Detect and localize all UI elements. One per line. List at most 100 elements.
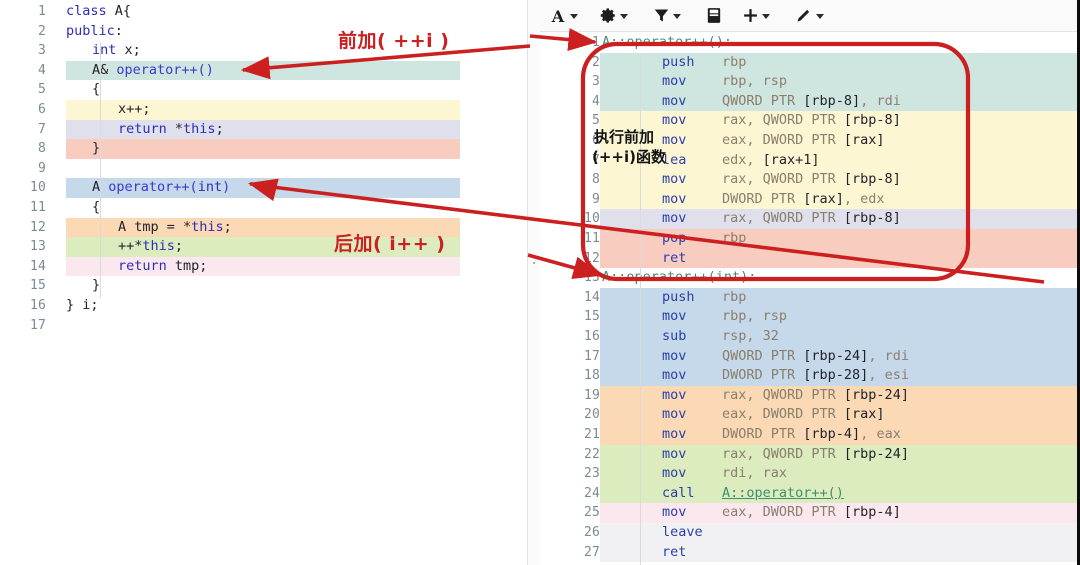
assembly-instruction[interactable]: mov rax, QWORD PTR [rbp-8] — [662, 111, 901, 131]
assembly-mnemonic: mov — [662, 132, 687, 148]
source-code-line[interactable]: { — [66, 198, 100, 218]
assembly-line-number: 26 — [583, 525, 600, 540]
libraries-button[interactable] — [703, 4, 725, 27]
code-token: QWORD PTR — [722, 347, 804, 364]
assembly-instruction[interactable]: mov rax, QWORD PTR [rbp-8] — [662, 170, 901, 190]
assembly-instruction[interactable]: lea edx, [rax+1] — [662, 151, 820, 171]
source-code-line[interactable]: x++; — [66, 100, 151, 120]
assembly-line-number: 20 — [583, 407, 600, 423]
add-tool-button[interactable] — [739, 4, 773, 27]
assembly-line-number: 19 — [583, 387, 600, 403]
assembly-instruction[interactable]: mov eax, DWORD PTR [rax] — [662, 131, 885, 151]
assembly-instruction[interactable]: mov eax, DWORD PTR [rbp-4] — [662, 503, 901, 523]
assembly-instruction[interactable]: sub rsp, 32 — [662, 327, 779, 347]
source-editor-pane[interactable]: 1 class A{2 public: 3 int x; 4 A& operator++()… — [0, 0, 527, 565]
code-token: [rax+1] — [762, 151, 820, 168]
assembly-instruction[interactable]: push rbp — [662, 288, 746, 308]
assembly-instruction[interactable]: mov QWORD PTR [rbp-8], rdi — [662, 92, 901, 112]
assembly-line-number: 25 — [583, 505, 600, 521]
assembly-mnemonic: mov — [662, 73, 687, 90]
source-code-line[interactable]: ++*this; — [66, 237, 183, 257]
assembly-instruction[interactable]: mov eax, DWORD PTR [rax] — [662, 405, 885, 425]
assembly-toolbar[interactable]: A — [540, 0, 1078, 32]
source-code-line[interactable]: { — [66, 80, 100, 100]
assembly-mnemonic: ret — [662, 249, 687, 266]
code-token: ) — [222, 179, 231, 196]
assembly-instruction[interactable]: mov rax, QWORD PTR [rbp-8] — [662, 209, 901, 229]
code-token: A& — [92, 61, 117, 78]
assembly-line-number: 2 — [591, 54, 600, 70]
assembly-code-area[interactable]: 1 A::operator++(): 2 push rbp 3 mov rbp, rsp 4 mo… — [540, 31, 1078, 565]
source-line-number: 17 — [29, 317, 46, 333]
code-token: this — [191, 218, 224, 235]
letter-a-icon: A — [549, 7, 567, 25]
assembly-function-label[interactable]: A::operator++(int): — [602, 268, 756, 288]
source-code-line[interactable]: return *this; — [66, 120, 224, 140]
code-token: eax, DWORD PTR — [722, 504, 844, 521]
source-code-area[interactable]: 1 class A{2 public: 3 int x; 4 A& operator++()… — [0, 0, 527, 565]
assembly-instruction[interactable]: ret — [662, 249, 722, 269]
assembly-instruction[interactable]: mov rax, QWORD PTR [rbp-24] — [662, 445, 909, 465]
assembly-mnemonic: call — [662, 484, 695, 501]
code-token: , eax — [860, 426, 901, 442]
assembly-instruction[interactable]: mov rax, QWORD PTR [rbp-24] — [662, 386, 909, 406]
code-token: operator++ — [108, 179, 190, 196]
assembly-line-number: 23 — [583, 466, 600, 482]
code-token: this — [142, 238, 175, 255]
code-token: DWORD PTR — [722, 367, 804, 384]
highlight-tool-button[interactable] — [791, 4, 827, 27]
assembly-mnemonic: push — [662, 53, 695, 70]
source-code-line[interactable]: } — [66, 139, 100, 159]
assembly-instruction[interactable]: pop rbp — [662, 229, 746, 249]
code-token: public — [66, 22, 115, 39]
assembly-instruction[interactable]: call A::operator++() — [662, 484, 844, 504]
assembly-mnemonic: mov — [662, 308, 687, 325]
assembly-line-number: 14 — [583, 289, 600, 305]
source-code-line[interactable]: class A{ — [66, 2, 131, 22]
assembly-line-number: 8 — [591, 172, 600, 188]
source-code-line[interactable]: } i; — [66, 296, 99, 316]
filter-button[interactable] — [650, 4, 684, 27]
code-token: [rbp-8] — [803, 92, 861, 109]
assembly-instruction[interactable]: mov DWORD PTR [rax], edx — [662, 190, 885, 210]
assembly-mnemonic: mov — [662, 92, 687, 109]
assembly-function-label[interactable]: A::operator++(): — [602, 33, 732, 53]
code-token: A::operator++() — [722, 484, 844, 501]
assembly-instruction[interactable]: mov QWORD PTR [rbp-24], rdi — [662, 347, 909, 367]
assembly-instruction[interactable]: mov rbp, rsp — [662, 72, 787, 92]
assembly-line-number: 18 — [583, 368, 600, 384]
assembly-instruction[interactable]: mov rdi, rax — [662, 464, 787, 484]
code-token: [rbp-4] — [803, 426, 861, 442]
font-size-button[interactable]: A — [546, 4, 581, 27]
assembly-line-number: 11 — [583, 231, 600, 246]
source-code-line[interactable]: A operator++(int) — [66, 178, 230, 198]
source-code-line[interactable]: return tmp; — [66, 257, 207, 277]
assembly-instruction[interactable]: push rbp — [662, 53, 746, 73]
source-line-number: 8 — [37, 141, 46, 157]
assembly-mnemonic: mov — [662, 406, 687, 423]
assembly-instruction[interactable]: ret — [662, 543, 722, 563]
source-line-number: 9 — [37, 160, 46, 176]
source-code-line[interactable]: A tmp = *this; — [66, 218, 232, 238]
assembly-line-number: 16 — [583, 329, 600, 344]
code-token: rax, QWORD PTR — [722, 445, 844, 462]
source-code-line[interactable]: } — [66, 276, 100, 296]
source-code-line[interactable]: public: — [66, 22, 123, 42]
assembly-indent-guide — [640, 53, 641, 565]
code-token: eax, DWORD PTR — [722, 132, 844, 148]
source-line-number: 15 — [29, 278, 46, 294]
code-token: int — [92, 42, 117, 59]
assembly-output-pane[interactable]: A 1 A::operator++(): 2 push rbp 3 mov rb… — [540, 0, 1078, 565]
chevron-down-icon — [620, 14, 628, 19]
code-token: x; — [116, 42, 141, 59]
code-token: ++* — [118, 238, 143, 255]
code-token: rbp, rsp — [722, 308, 788, 325]
assembly-instruction[interactable]: mov rbp, rsp — [662, 307, 787, 327]
source-code-line[interactable]: A& operator++() — [66, 61, 214, 81]
assembly-instruction[interactable]: mov DWORD PTR [rbp-4], eax — [662, 425, 901, 445]
assembly-instruction[interactable]: leave — [662, 523, 722, 543]
source-code-line[interactable]: int x; — [66, 41, 141, 61]
settings-button[interactable] — [597, 4, 631, 27]
code-token: , rdi — [860, 92, 901, 109]
assembly-instruction[interactable]: mov DWORD PTR [rbp-28], esi — [662, 366, 909, 386]
